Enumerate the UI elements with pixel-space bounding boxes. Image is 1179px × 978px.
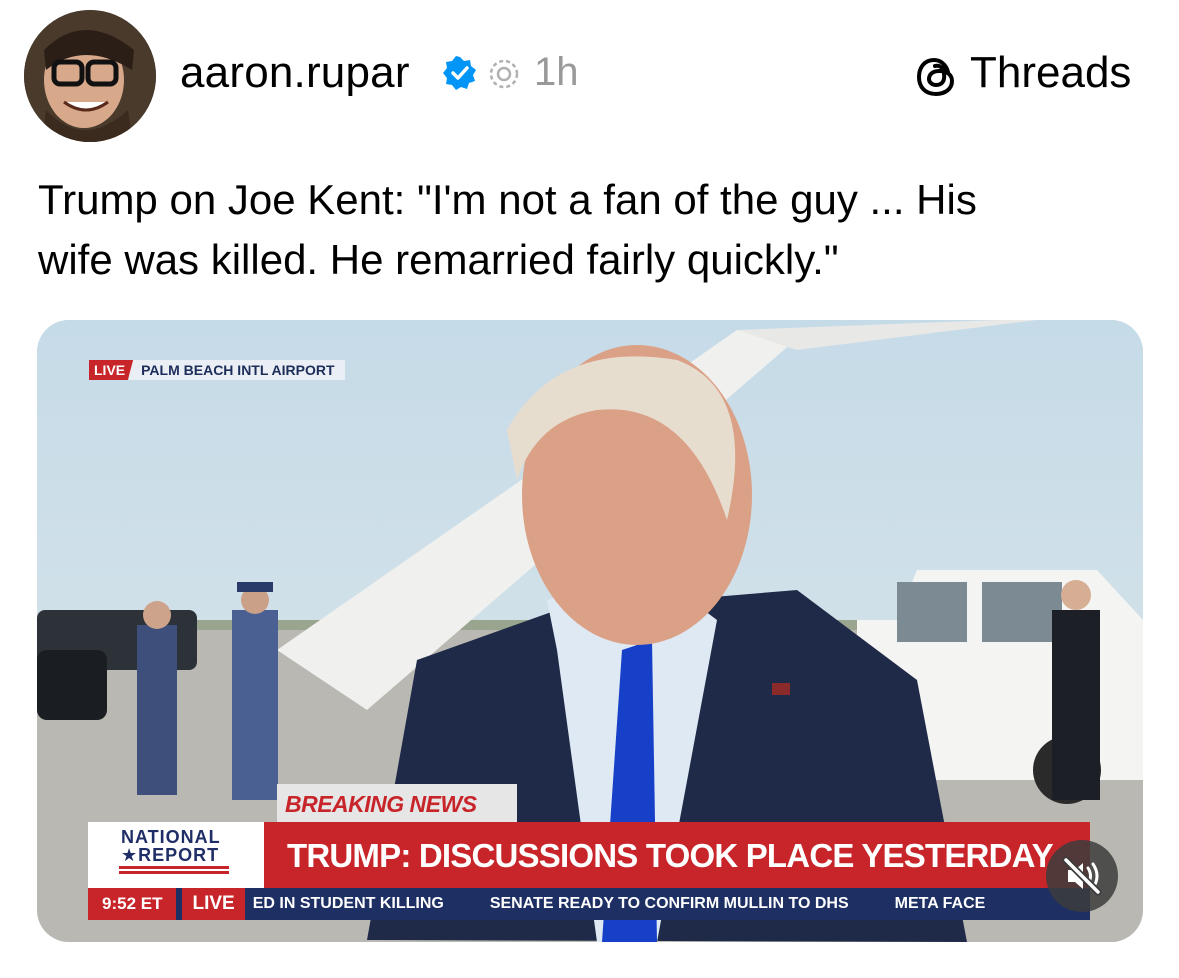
video-player[interactable]: LIVE PALM BEACH INTL AIRPORT BREAKING NE… [37,320,1143,942]
threads-label[interactable]: Threads [970,48,1131,98]
live-location-tag: LIVE PALM BEACH INTL AIRPORT [89,360,345,380]
ticker-item: META FACE [894,895,986,912]
avatar[interactable] [24,10,156,142]
edited-time-icon [489,59,519,89]
breaking-news-label: BREAKING NEWS [277,784,517,822]
post-time: 1h [534,50,579,94]
news-ticker: 9:52 ET LIVE ED IN STUDENT KILLING SENAT… [88,888,1090,920]
ticker-live-label: LIVE [182,888,245,920]
threads-logo-icon[interactable] [912,52,962,102]
network-name: NATIONAL ★REPORT [121,828,221,864]
mute-button[interactable] [1046,840,1118,912]
mute-icon [1062,856,1102,896]
location-label: PALM BEACH INTL AIRPORT [129,360,345,380]
ticker-item: SENATE READY TO CONFIRM MULLIN TO DHS [489,895,849,912]
headline: TRUMP: DISCUSSIONS TOOK PLACE YESTERDAY [287,837,1054,874]
network-name-line-2: ★REPORT [121,845,220,865]
verified-badge-icon [443,56,476,90]
ticker-clock: 9:52 ET [88,888,177,920]
network-name-line-1: NATIONAL [121,827,221,847]
post-text-line-2: wife was killed. He remarried fairly qui… [38,236,839,283]
network-flag-stripes [119,866,229,876]
live-label: LIVE [89,360,134,380]
username[interactable]: aaron.rupar [180,48,410,98]
post-text-line-1: Trump on Joe Kent: "I'm not a fan of the… [38,176,977,223]
post-text: Trump on Joe Kent: "I'm not a fan of the… [38,170,1138,290]
ticker-item: ED IN STUDENT KILLING [252,895,444,912]
post-header: aaron.rupar 1h Threads [0,0,1179,150]
